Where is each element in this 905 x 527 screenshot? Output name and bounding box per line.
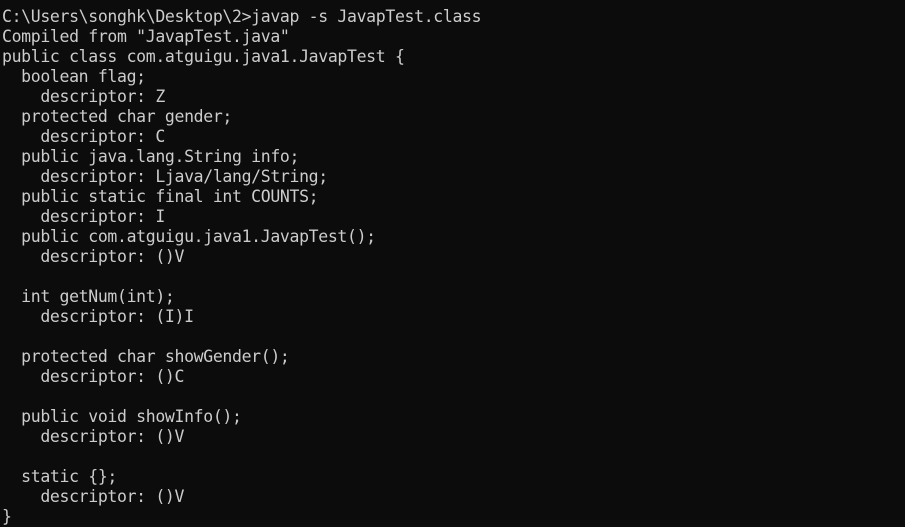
output-line-descriptor: descriptor: ()V bbox=[2, 247, 185, 266]
output-line-blank bbox=[2, 327, 905, 347]
output-line-blank bbox=[2, 267, 905, 287]
output-line-compiled-from: Compiled from "JavapTest.java" bbox=[2, 27, 290, 46]
output-line-blank bbox=[2, 447, 905, 467]
output-line-descriptor: descriptor: I bbox=[2, 207, 165, 226]
output-line-descriptor: descriptor: Ljava/lang/String; bbox=[2, 167, 328, 186]
console-window[interactable]: C:\Users\songhk\Desktop\2>javap -s Javap… bbox=[0, 0, 905, 527]
output-line-closing-brace: } bbox=[2, 507, 12, 526]
output-line-descriptor: descriptor: ()V bbox=[2, 427, 185, 446]
output-line-descriptor: descriptor: C bbox=[2, 127, 165, 146]
output-line-method-getnum: int getNum(int); bbox=[2, 287, 175, 306]
output-line-descriptor: descriptor: ()C bbox=[2, 367, 185, 386]
output-line-field-gender: protected char gender; bbox=[2, 107, 233, 126]
output-line-field-info: public java.lang.String info; bbox=[2, 147, 300, 166]
output-line-descriptor: descriptor: (I)I bbox=[2, 307, 194, 326]
output-line-field-counts: public static final int COUNTS; bbox=[2, 187, 319, 206]
output-line-constructor: public com.atguigu.java1.JavapTest(); bbox=[2, 227, 376, 246]
output-line-blank bbox=[2, 387, 905, 407]
output-line-method-showgender: protected char showGender(); bbox=[2, 347, 290, 366]
output-line-class-declaration: public class com.atguigu.java1.JavapTest… bbox=[2, 47, 405, 66]
output-line-field-flag: boolean flag; bbox=[2, 67, 146, 86]
output-line-method-showinfo: public void showInfo(); bbox=[2, 407, 242, 426]
output-line-static-initializer: static {}; bbox=[2, 467, 118, 486]
output-line-descriptor: descriptor: Z bbox=[2, 87, 165, 106]
output-line-descriptor: descriptor: ()V bbox=[2, 487, 185, 506]
command-prompt-line: C:\Users\songhk\Desktop\2>javap -s Javap… bbox=[2, 7, 482, 26]
